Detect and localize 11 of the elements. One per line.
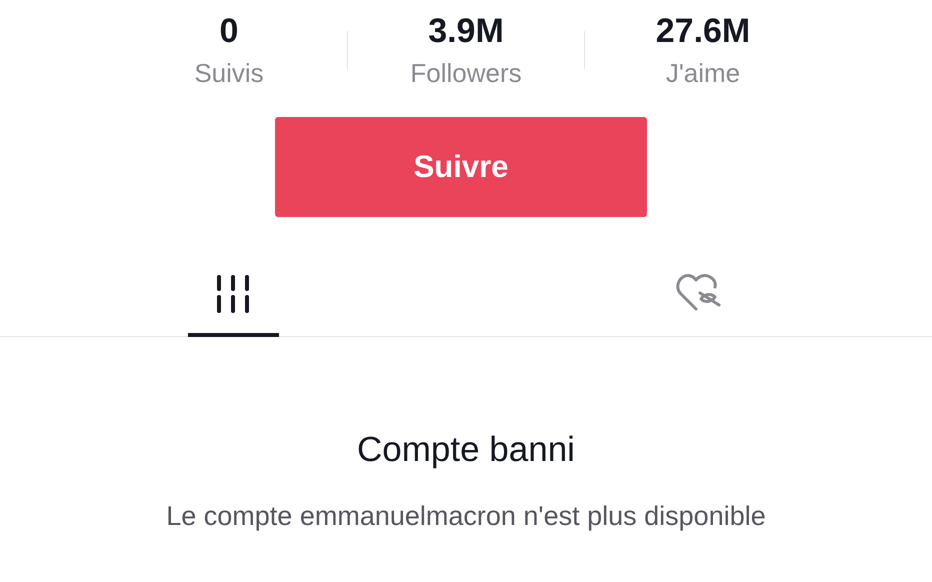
hidden-heart-icon: [676, 273, 722, 313]
stat-value: 3.9M: [428, 12, 504, 50]
stat-label: Followers: [410, 58, 522, 88]
stat-value: 0: [220, 12, 238, 50]
empty-state-message: Le compte emmanuelmacron n'est plus disponible: [166, 500, 766, 532]
stat-label: J'aime: [666, 58, 740, 88]
empty-state-title: Compte banni: [357, 430, 575, 470]
follow-button[interactable]: Suivre: [275, 117, 647, 217]
stat-value: 27.6M: [656, 12, 750, 50]
grid-icon: [216, 275, 250, 313]
stat-label: Suivis: [194, 58, 264, 88]
